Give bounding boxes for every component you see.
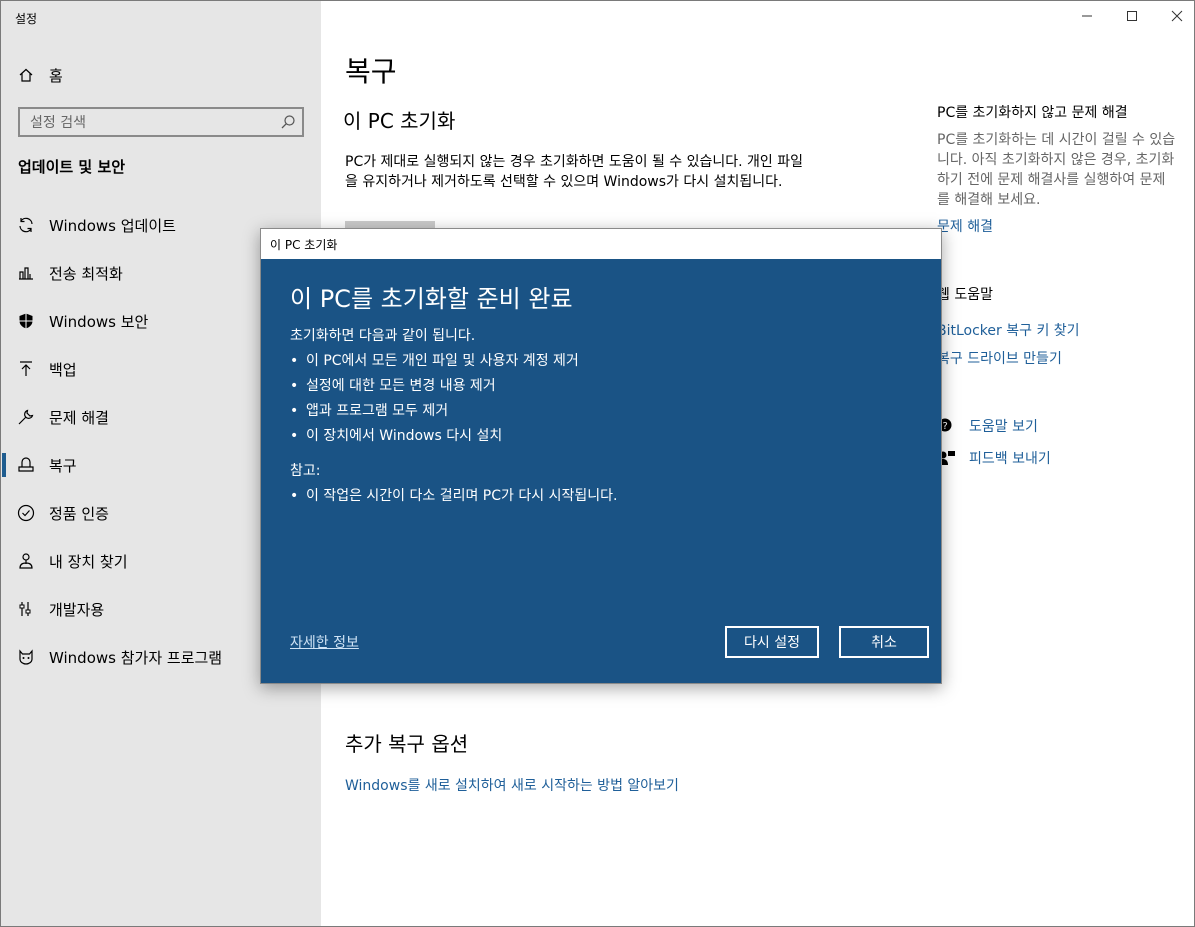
sidebar-item-label: Windows 업데이트: [49, 216, 176, 235]
sidebar-item-label: 전송 최적화: [49, 264, 123, 283]
app-title: 설정: [15, 12, 38, 26]
create-recovery-drive-link[interactable]: 복구 드라이브 만들기: [937, 348, 1062, 368]
wrench-icon: [17, 408, 35, 426]
backup-arrow-icon: [17, 360, 35, 378]
more-info-link[interactable]: 자세한 정보: [290, 632, 359, 652]
reset-pc-heading: 이 PC 초기화: [343, 109, 456, 133]
get-help-link[interactable]: ? 도움말 보기: [937, 416, 1038, 436]
settings-search-box[interactable]: [18, 107, 304, 137]
recovery-icon: [17, 456, 35, 474]
give-feedback-label: 피드백 보내기: [969, 451, 1051, 467]
dialog-window-title: 이 PC 초기화: [270, 238, 338, 252]
search-icon[interactable]: [280, 114, 296, 130]
sidebar-item-label: 정품 인증: [49, 504, 109, 523]
section-heading: 업데이트 및 보안: [18, 158, 126, 176]
dialog-intro: 초기화하면 다음과 같이 됩니다.: [290, 328, 476, 344]
bitlocker-recovery-key-link[interactable]: BitLocker 복구 키 찾기: [937, 320, 1080, 340]
minimize-icon: [1081, 7, 1093, 26]
give-feedback-link[interactable]: 피드백 보내기: [937, 448, 1051, 468]
sidebar-item-label: Windows 참가자 프로그램: [49, 648, 223, 667]
reset-pc-dialog: 이 PC 초기화 이 PC를 초기화할 준비 완료 초기화하면 다음과 같이 됩…: [260, 228, 942, 684]
dialog-bullet: 설정에 대한 모든 변경 내용 제거: [290, 376, 910, 401]
more-recovery-options-heading: 추가 복구 옵션: [345, 732, 469, 756]
dialog-body: 초기화하면 다음과 같이 됩니다. 이 PC에서 모든 개인 파일 및 사용자 …: [290, 326, 910, 511]
sidebar-item-label: 복구: [49, 456, 77, 475]
dialog-bullet: 앱과 프로그램 모두 제거: [290, 401, 910, 426]
dialog-bullet: 이 PC에서 모든 개인 파일 및 사용자 계정 제거: [290, 351, 910, 376]
sidebar-item-label: 백업: [49, 360, 77, 379]
web-help-title: 웹 도움말: [937, 287, 993, 303]
dialog-bullet: 이 장치에서 Windows 다시 설치: [290, 426, 910, 451]
dialog-note-label: 참고:: [290, 463, 321, 479]
get-help-label: 도움말 보기: [969, 419, 1038, 435]
sync-icon: [17, 216, 35, 234]
maximize-icon: [1126, 7, 1138, 26]
page-title: 복구: [345, 55, 397, 88]
minimize-button[interactable]: [1064, 0, 1110, 32]
sidebar-item-label: 문제 해결: [49, 408, 109, 427]
sidebar-item-label: Windows 보안: [49, 312, 149, 331]
close-icon: [1171, 7, 1183, 26]
fresh-install-link[interactable]: Windows를 새로 설치하여 새로 시작하는 방법 알아보기: [345, 775, 679, 795]
troubleshoot-link[interactable]: 문제 해결: [937, 216, 993, 236]
dialog-heading: 이 PC를 초기화할 준비 완료: [290, 285, 573, 313]
shield-icon: [17, 312, 35, 330]
checkmark-circle-icon: [17, 504, 35, 522]
delivery-optimization-icon: [17, 264, 35, 282]
home-icon: [17, 66, 35, 84]
maximize-button[interactable]: [1109, 0, 1155, 32]
troubleshoot-title: PC를 초기화하지 않고 문제 해결: [937, 105, 1128, 121]
reset-button[interactable]: 다시 설정: [725, 626, 819, 658]
sidebar-item-label: 내 장치 찾기: [49, 552, 128, 571]
find-device-icon: [17, 552, 35, 570]
dialog-title-bar[interactable]: 이 PC 초기화: [261, 229, 941, 259]
troubleshoot-description: PC를 초기화하는 데 시간이 걸릴 수 있습니다. 아직 초기화하지 않은 경…: [937, 132, 1176, 208]
reset-pc-description: PC가 제대로 실행되지 않는 경우 초기화하면 도움이 될 수 있습니다. 개…: [345, 154, 804, 190]
developer-sliders-icon: [17, 600, 35, 618]
insider-cat-icon: [17, 648, 35, 666]
svg-text:?: ?: [943, 421, 948, 432]
close-button[interactable]: [1154, 0, 1195, 32]
search-input[interactable]: [28, 112, 272, 134]
home-label: 홈: [49, 66, 63, 85]
dialog-note-bullet: 이 작업은 시간이 다소 걸리며 PC가 다시 시작됩니다.: [290, 486, 910, 511]
cancel-button[interactable]: 취소: [839, 626, 929, 658]
sidebar-item-label: 개발자용: [49, 600, 105, 619]
home-link[interactable]: 홈: [17, 63, 63, 87]
